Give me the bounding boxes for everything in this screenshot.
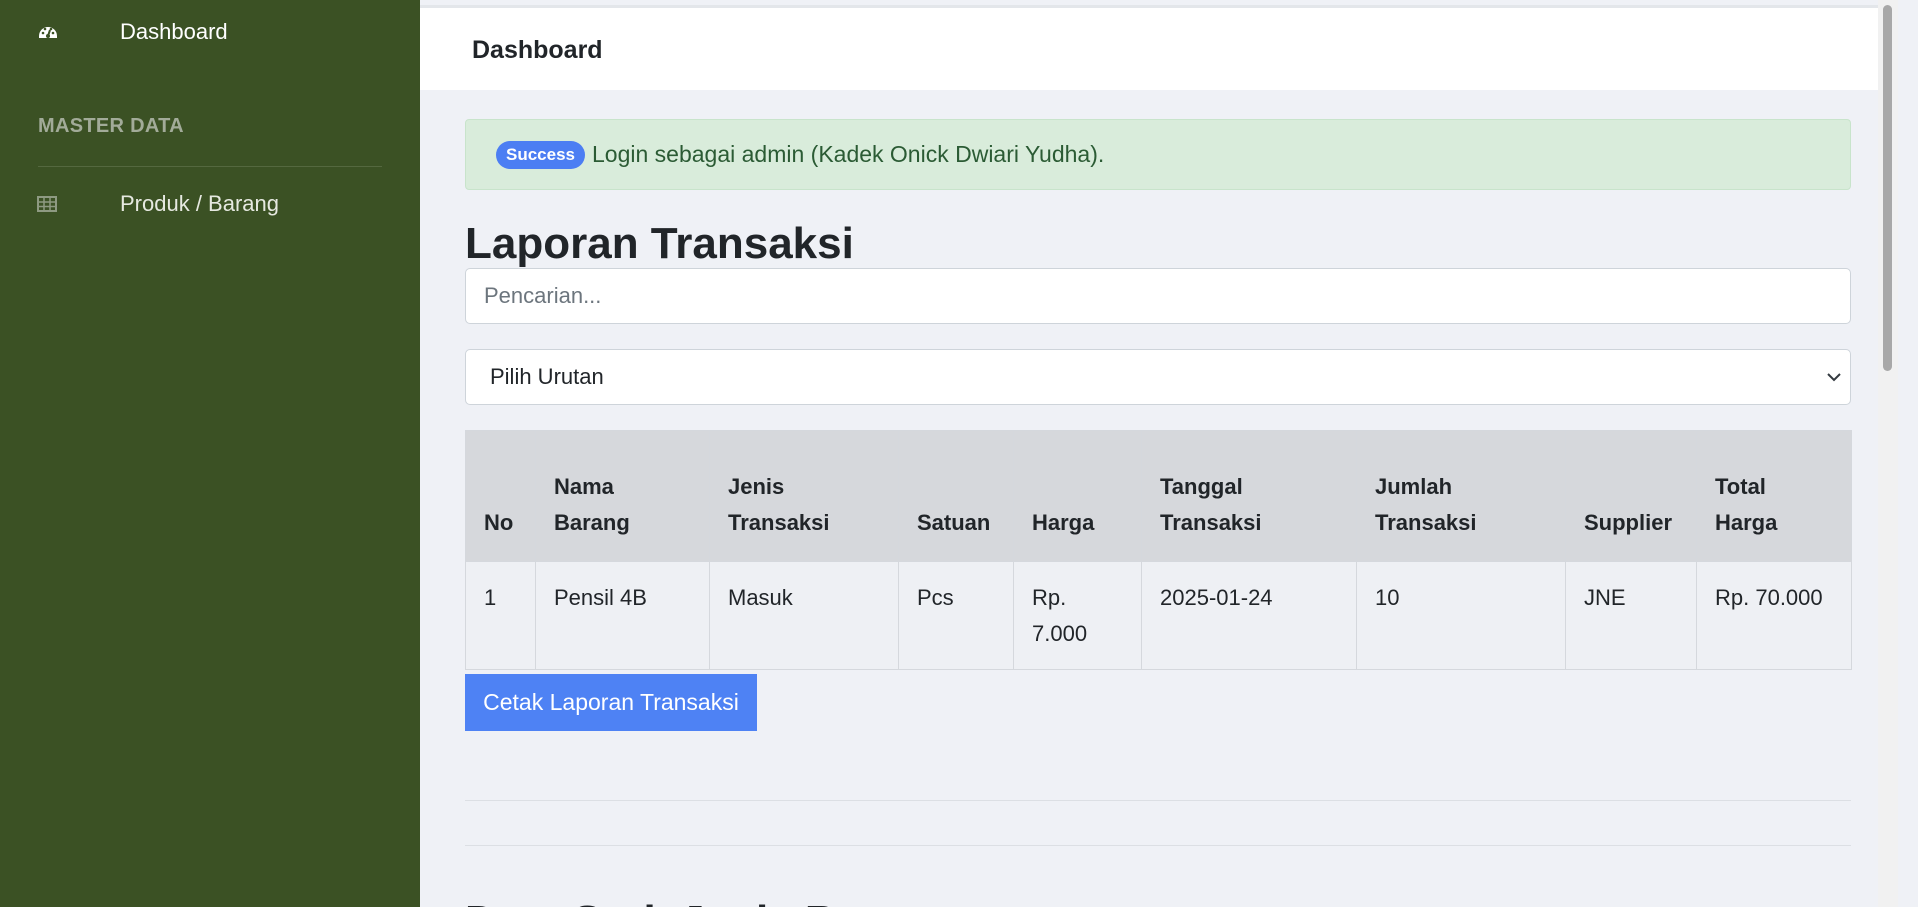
- column-header-jumlah-transaksi: Jumlah Transaksi: [1356, 430, 1566, 562]
- sidebar-section-heading: MASTER DATA: [38, 115, 184, 137]
- column-header-supplier: Supplier: [1565, 430, 1697, 562]
- table-cell: Rp. 7.000: [1013, 561, 1142, 670]
- divider: [465, 800, 1851, 801]
- alert-message: Login sebagai admin (Kadek Onick Dwiari …: [592, 141, 1105, 167]
- table-cell: JNE: [1565, 561, 1697, 670]
- scrollbar-thumb[interactable]: [1883, 5, 1892, 371]
- search-input[interactable]: [465, 268, 1851, 324]
- sidebar-divider: [38, 166, 382, 167]
- table-header-row: No Nama Barang Jenis Transaksi Satuan Ha…: [465, 430, 1852, 562]
- table-cell: 2025-01-24: [1141, 561, 1357, 670]
- success-alert: Success Login sebagai admin (Kadek Onick…: [465, 119, 1851, 190]
- sort-select-value: Pilih Urutan: [490, 364, 604, 389]
- sidebar-item-label: Produk / Barang: [120, 191, 279, 216]
- table-cell: Pcs: [898, 561, 1014, 670]
- sidebar: Dashboard MASTER DATA Produk / Barang: [0, 0, 420, 907]
- topbar: Dashboard: [420, 5, 1898, 90]
- topbar-title: Dashboard: [472, 36, 603, 64]
- table-icon: [37, 193, 59, 215]
- chevron-down-icon: [1824, 367, 1844, 387]
- table-cell: 1: [465, 561, 536, 670]
- table-cell: Masuk: [709, 561, 899, 670]
- column-header-jenis-transaksi: Jenis Transaksi: [709, 430, 899, 562]
- transaction-table: No Nama Barang Jenis Transaksi Satuan Ha…: [465, 430, 1852, 670]
- table-cell: 10: [1356, 561, 1566, 670]
- column-header-satuan: Satuan: [898, 430, 1014, 562]
- main-content: Dashboard Success Login sebagai admin (K…: [420, 0, 1898, 907]
- sidebar-item-produk[interactable]: Produk / Barang: [0, 186, 420, 222]
- table-cell: Pensil 4B: [535, 561, 710, 670]
- table-cell: Rp. 70.000: [1696, 561, 1852, 670]
- page-title: Laporan Transaksi: [465, 219, 854, 268]
- scrollbar[interactable]: [1878, 0, 1898, 907]
- section-title-stok: Data Stok Jenis Barang: [465, 892, 957, 907]
- column-header-no: No: [465, 430, 536, 562]
- print-report-button[interactable]: Cetak Laporan Transaksi: [465, 674, 757, 731]
- tachometer-icon: [37, 21, 59, 43]
- sidebar-item-label: Dashboard: [120, 19, 228, 44]
- table-row: 1 Pensil 4B Masuk Pcs Rp. 7.000 2025-01-…: [465, 561, 1852, 670]
- column-header-nama-barang: Nama Barang: [535, 430, 710, 562]
- sidebar-item-dashboard[interactable]: Dashboard: [0, 14, 420, 50]
- column-header-tanggal-transaksi: Tanggal Transaksi: [1141, 430, 1357, 562]
- divider: [465, 845, 1851, 846]
- sort-select[interactable]: Pilih Urutan: [465, 349, 1851, 405]
- column-header-total-harga: Total Harga: [1696, 430, 1852, 562]
- status-badge: Success: [496, 140, 585, 169]
- column-header-harga: Harga: [1013, 430, 1142, 562]
